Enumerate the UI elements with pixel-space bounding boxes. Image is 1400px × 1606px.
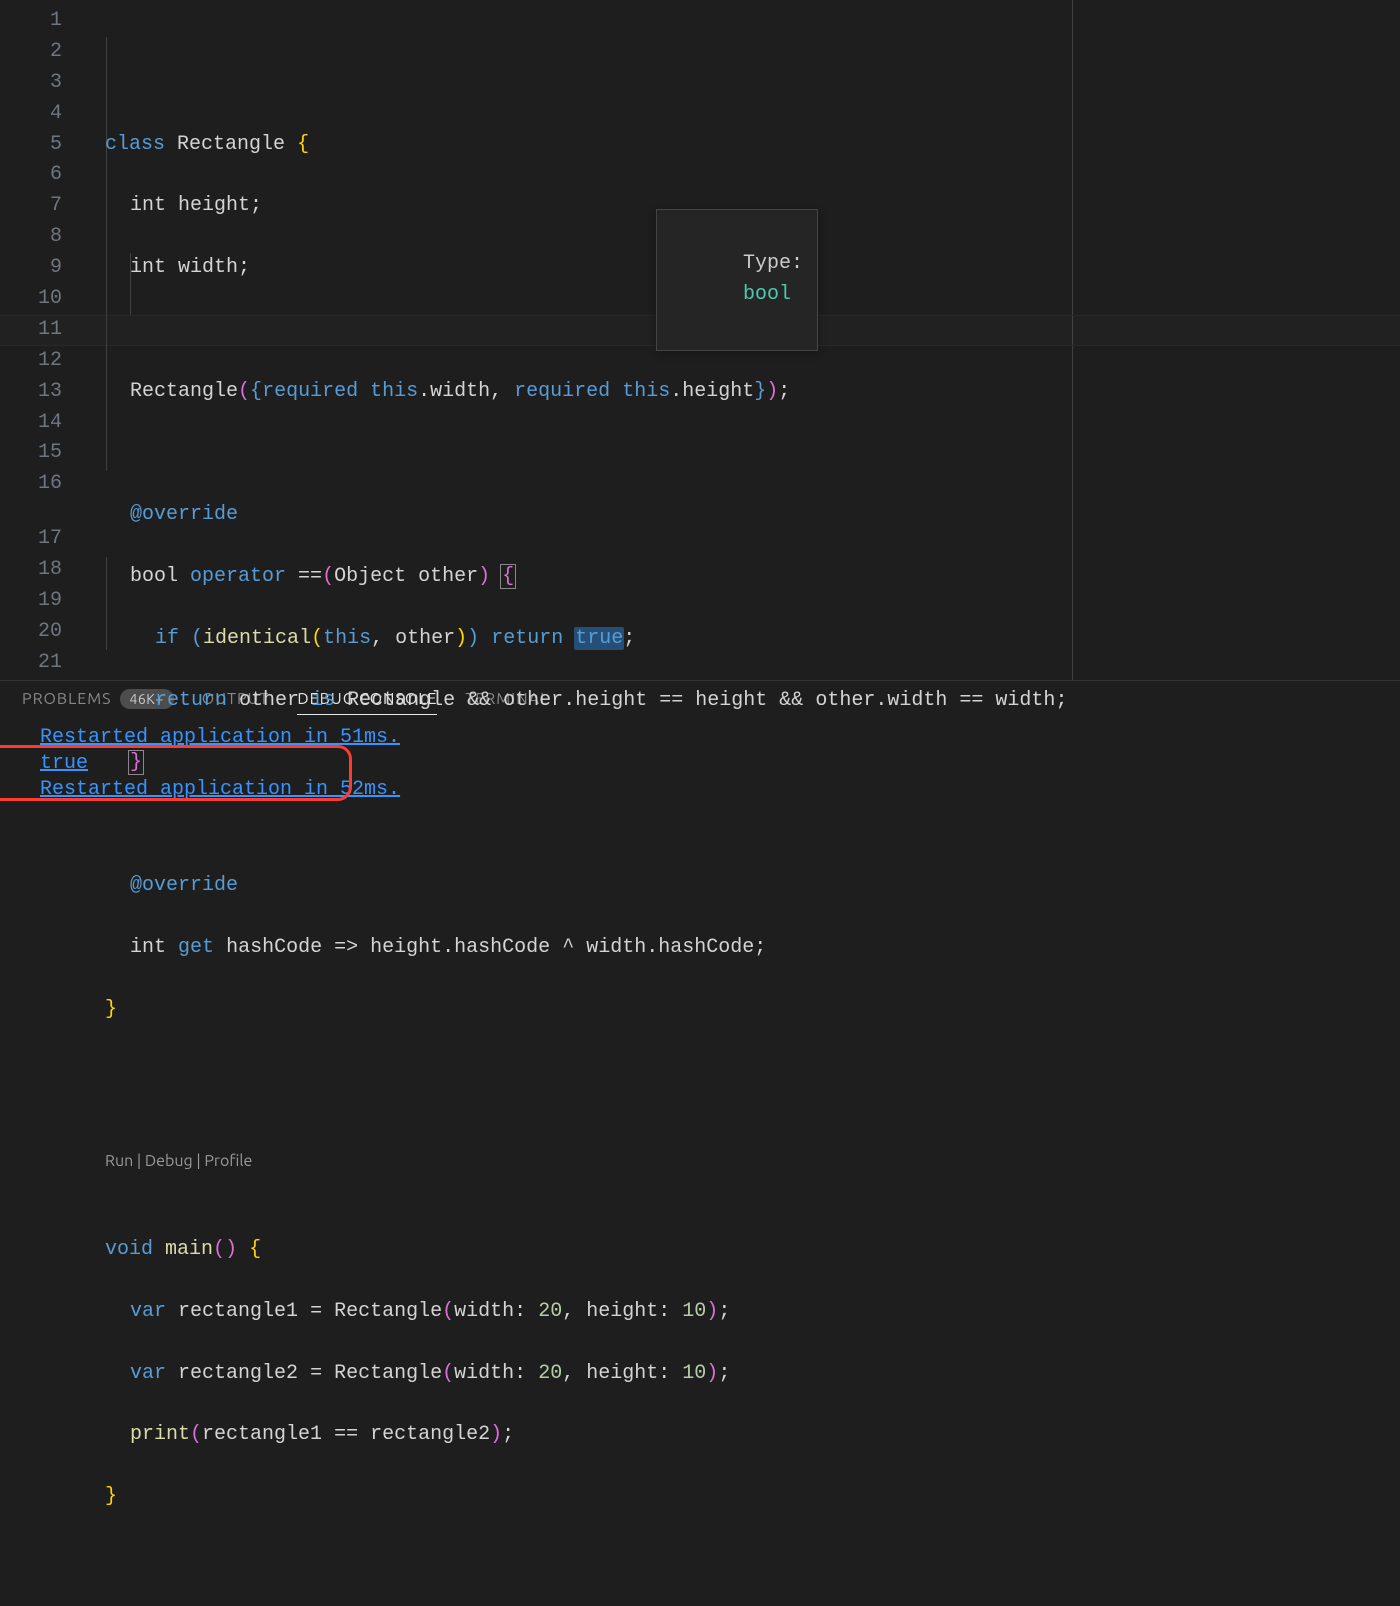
tooltip-type: bool xyxy=(743,283,791,306)
code-line[interactable]: if (identical(this, other)) return true; xyxy=(80,624,1400,655)
code-line[interactable]: Rectangle({required this.width, required… xyxy=(80,377,1400,408)
code-line[interactable]: class Rectangle { xyxy=(80,130,1400,161)
code-line[interactable]: void main() { xyxy=(80,1235,1400,1266)
code-line[interactable]: @override xyxy=(80,871,1400,902)
hover-tooltip: Type: bool xyxy=(656,209,818,351)
code-line[interactable]: } xyxy=(80,995,1400,1026)
code-line[interactable]: var rectangle1 = Rectangle(width: 20, he… xyxy=(80,1297,1400,1328)
code-line[interactable]: int get hashCode => height.hashCode ^ wi… xyxy=(80,933,1400,964)
codelens-profile[interactable]: Profile xyxy=(204,1152,252,1170)
debug-console-output[interactable]: Restarted application in 51ms. true Rest… xyxy=(0,723,1400,803)
code-content[interactable]: Type: bool class Rectangle { int height;… xyxy=(80,0,1400,680)
code-line[interactable]: @override xyxy=(80,500,1400,531)
console-line: Restarted application in 52ms. xyxy=(40,777,1378,803)
code-line[interactable] xyxy=(80,809,1400,840)
code-line[interactable]: } xyxy=(80,1482,1400,1513)
code-line[interactable]: print(rectangle1 == rectangle2); xyxy=(80,1420,1400,1451)
code-line[interactable]: bool operator ==(Object other) { xyxy=(80,562,1400,593)
codelens-row: Run | Debug | Profile xyxy=(80,1149,1400,1173)
console-line: true xyxy=(40,751,1378,777)
code-line[interactable] xyxy=(80,1057,1400,1088)
code-line[interactable]: return other is Rectangle && other.heigh… xyxy=(80,686,1400,717)
tooltip-label: Type: xyxy=(743,252,803,275)
code-line[interactable] xyxy=(80,439,1400,470)
code-editor[interactable]: 1 2 3 4 5 6 7 8 9 10 11 12 13 14 15 16 1… xyxy=(0,0,1400,680)
codelens-debug[interactable]: Debug xyxy=(145,1152,193,1170)
code-line[interactable]: var rectangle2 = Rectangle(width: 20, he… xyxy=(80,1359,1400,1390)
codelens-run[interactable]: Run xyxy=(105,1152,133,1170)
console-line: Restarted application in 51ms. xyxy=(40,725,1378,751)
